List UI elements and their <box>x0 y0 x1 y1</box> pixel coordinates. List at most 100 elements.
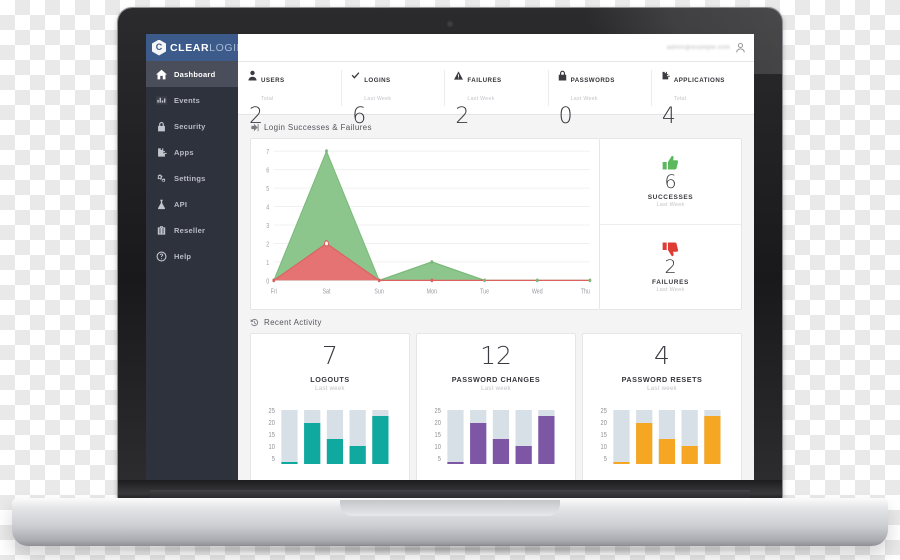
briefcase-icon <box>156 225 167 236</box>
svg-text:Sun: Sun <box>374 288 384 296</box>
login-summary-card: 6 SUCCESSES Last Week 2 FAILURES Last We… <box>600 138 742 310</box>
stat-sublabel: Last Week <box>467 96 495 102</box>
stat-users: USERS Total 2 <box>238 62 341 128</box>
brand-name-primary: CLEAR <box>170 41 210 54</box>
stat-failures: FAILURES Last Week 2 <box>444 62 547 128</box>
svg-text:3: 3 <box>266 222 269 230</box>
sidebar: C CLEARLOGIN Dashboard Events Security A… <box>146 34 244 486</box>
svg-text:15: 15 <box>269 432 276 440</box>
svg-text:15: 15 <box>435 432 442 440</box>
question-circle-icon <box>156 251 167 262</box>
activity-bars-password-changes: 25 20 15 10 5 <box>417 402 575 464</box>
laptop-lid: C CLEARLOGIN Dashboard Events Security A… <box>118 8 782 500</box>
stat-label: PASSWORDS <box>570 77 615 84</box>
activity-sublabel: Last week <box>315 386 345 392</box>
svg-text:10: 10 <box>601 444 608 452</box>
svg-text:20: 20 <box>601 420 608 428</box>
svg-text:Sat: Sat <box>322 288 330 296</box>
sidebar-item-label: Reseller <box>174 225 206 235</box>
bar-chart-icon <box>156 95 167 106</box>
stats-strip: USERS Total 2 LOGINS Last Week 6 FAILURE… <box>238 62 754 128</box>
activity-label: PASSWORD RESETS <box>621 375 703 384</box>
laptop-drop-shadow <box>40 544 860 554</box>
puzzle-icon <box>156 147 167 158</box>
sidebar-item-settings[interactable]: Settings <box>146 165 238 191</box>
login-area-chart: 7 6 5 4 3 2 1 0 Fri Sat Sun Mon Tue Wed … <box>250 138 600 310</box>
main-content: admin@example.com USERS Total 2 LOGINS L… <box>238 34 754 486</box>
chart-svg: 7 6 5 4 3 2 1 0 Fri Sat Sun Mon Tue Wed … <box>266 149 592 296</box>
sidebar-item-help[interactable]: Help <box>146 243 238 269</box>
laptop-base-lip <box>340 500 560 516</box>
stat-label: APPLICATIONS <box>673 77 725 84</box>
login-chart-row: 7 6 5 4 3 2 1 0 Fri Sat Sun Mon Tue Wed … <box>250 138 742 310</box>
topbar: admin@example.com <box>238 34 754 62</box>
laptop-screen: C CLEARLOGIN Dashboard Events Security A… <box>146 34 754 486</box>
stat-value: 2 <box>249 104 263 129</box>
check-icon <box>351 70 360 81</box>
stat-value: 0 <box>558 104 573 129</box>
stat-value: 2 <box>455 104 470 129</box>
failures-summary: 2 FAILURES Last Week <box>600 223 741 310</box>
stat-sublabel: Last Week <box>364 96 392 102</box>
svg-text:2: 2 <box>266 241 269 249</box>
stat-sublabel: Total <box>261 96 274 102</box>
brand-name: CLEARLOGIN <box>170 42 245 54</box>
recent-activity-section-title: Recent Activity <box>238 310 754 333</box>
puzzle-icon <box>661 70 670 81</box>
svg-text:10: 10 <box>435 444 442 452</box>
svg-text:5: 5 <box>272 456 276 464</box>
svg-text:0: 0 <box>266 278 269 286</box>
sidebar-item-reseller[interactable]: Reseller <box>146 217 238 243</box>
svg-text:4: 4 <box>266 204 269 212</box>
activity-label: LOGOUTS <box>310 375 350 384</box>
bars-y-ticks: 25 20 15 10 5 <box>435 408 442 464</box>
clearlogin-hexagon-icon: C <box>152 39 166 56</box>
successes-label: SUCCESSES <box>647 193 694 201</box>
bars-svg: 25 20 15 10 5 <box>269 408 389 464</box>
svg-text:25: 25 <box>269 408 276 416</box>
bars-svg: 25 20 15 10 5 <box>601 408 721 464</box>
svg-text:Thu: Thu <box>581 288 591 296</box>
chart-x-ticks: Fri Sat Sun Mon Tue Wed Thu <box>271 288 591 296</box>
sidebar-item-dashboard[interactable]: Dashboard <box>146 61 238 87</box>
sidebar-item-label: Dashboard <box>174 69 216 79</box>
svg-text:25: 25 <box>435 408 442 416</box>
svg-text:5: 5 <box>604 456 608 464</box>
stat-applications: APPLICATIONS Total 4 <box>650 62 754 128</box>
activity-value: 4 <box>654 341 670 370</box>
svg-text:10: 10 <box>269 444 276 452</box>
failures-sublabel: Last Week <box>656 287 685 294</box>
sidebar-item-events[interactable]: Events <box>146 87 238 113</box>
sidebar-item-label: Security <box>174 121 206 131</box>
sidebar-item-label: Settings <box>174 173 206 183</box>
stat-label: LOGINS <box>364 77 391 84</box>
activity-card-logouts: 7 LOGOUTS Last week 25 20 15 10 5 <box>250 333 410 483</box>
stat-value: 6 <box>352 104 367 129</box>
stat-passwords: PASSWORDS Last Week 0 <box>547 62 651 128</box>
sidebar-item-label: Help <box>174 251 192 261</box>
sidebar-item-apps[interactable]: Apps <box>146 139 238 165</box>
sidebar-item-security[interactable]: Security <box>146 113 238 139</box>
activity-value: 7 <box>322 341 338 370</box>
brand-badge-letter: C <box>155 42 163 52</box>
sidebar-item-api[interactable]: API <box>146 191 238 217</box>
stat-sublabel: Total <box>673 96 687 102</box>
bars-y-ticks: 25 20 15 10 5 <box>269 408 276 464</box>
bars-y-ticks: 25 20 15 10 5 <box>601 408 608 464</box>
dashboard-app: C CLEARLOGIN Dashboard Events Security A… <box>146 34 754 486</box>
thumbs-down-icon <box>662 240 679 257</box>
svg-text:25: 25 <box>601 408 608 416</box>
activity-sublabel: Last week <box>481 386 511 392</box>
user-email-label: admin@example.com <box>666 44 730 51</box>
svg-text:Wed: Wed <box>532 288 543 296</box>
brand-logo[interactable]: C CLEARLOGIN <box>146 34 244 61</box>
sidebar-item-label: Apps <box>174 147 194 157</box>
warning-icon <box>454 70 464 81</box>
user-account-icon[interactable] <box>735 42 746 53</box>
activity-bars-password-resets: 25 20 15 10 5 <box>583 402 741 464</box>
stat-sublabel: Last Week <box>570 96 598 102</box>
svg-text:Tue: Tue <box>480 288 489 296</box>
svg-text:Mon: Mon <box>427 288 438 296</box>
home-icon <box>156 69 167 80</box>
svg-text:15: 15 <box>601 432 608 440</box>
